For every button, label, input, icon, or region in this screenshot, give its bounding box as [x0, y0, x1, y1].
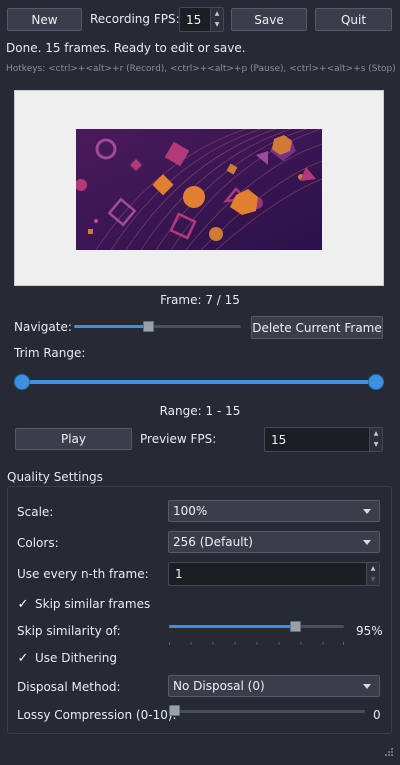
nth-frame-label: Use every n-th frame: — [17, 567, 149, 581]
lossy-compression-label: Lossy Compression (0-10): — [17, 708, 177, 722]
hotkeys-hint: Hotkeys: <ctrl>+<alt>+r (Record), <ctrl>… — [6, 64, 396, 74]
preview-fps-input[interactable]: 15 ▲ ▼ — [264, 427, 383, 452]
spin-up-icon[interactable]: ▲ — [211, 8, 223, 20]
quality-settings-title: Quality Settings — [7, 470, 103, 484]
spin-up-icon[interactable]: ▲ — [367, 563, 379, 574]
chevron-down-icon — [363, 509, 371, 514]
play-button[interactable]: Play — [15, 428, 132, 450]
preview-fps-value: 15 — [271, 432, 287, 447]
nth-frame-stepper[interactable]: ▲ ▼ — [366, 563, 379, 585]
recording-fps-value: 15 — [186, 12, 202, 27]
trim-range-track[interactable] — [21, 380, 376, 384]
skip-similarity-handle[interactable] — [290, 621, 301, 632]
preview-fps-label: Preview FPS: — [140, 432, 217, 446]
navigate-slider-handle[interactable] — [143, 321, 154, 332]
chevron-down-icon — [363, 540, 371, 545]
use-dithering-label[interactable]: Use Dithering — [35, 651, 117, 665]
scale-value: 100% — [173, 504, 208, 518]
disposal-method-value: No Disposal (0) — [173, 679, 265, 693]
new-button[interactable]: New — [7, 8, 82, 31]
quit-button[interactable]: Quit — [315, 8, 392, 31]
checkmark-icon: ✓ — [17, 596, 29, 612]
nth-frame-input[interactable]: 1 ▲ ▼ — [168, 562, 380, 586]
spin-down-icon[interactable]: ▼ — [367, 574, 379, 585]
resize-grip-icon[interactable] — [382, 747, 394, 759]
trim-end-handle[interactable] — [368, 374, 384, 390]
status-message: Done. 15 frames. Ready to edit or save. — [6, 41, 246, 55]
colors-select[interactable]: 256 (Default) — [168, 531, 380, 553]
colors-value: 256 (Default) — [173, 535, 253, 549]
chevron-down-icon — [363, 684, 371, 689]
navigate-slider-fill — [74, 325, 149, 328]
recording-fps-label: Recording FPS: — [90, 12, 180, 26]
spin-up-icon[interactable]: ▲ — [370, 428, 382, 440]
trim-range-label: Trim Range: — [14, 346, 86, 360]
scale-label: Scale: — [17, 505, 54, 519]
disposal-method-label: Disposal Method: — [17, 680, 121, 694]
colors-label: Colors: — [17, 536, 59, 550]
spin-down-icon[interactable]: ▼ — [370, 440, 382, 452]
checkmark-icon: ✓ — [17, 650, 29, 666]
save-button[interactable]: Save — [231, 8, 307, 31]
skip-similar-label[interactable]: Skip similar frames — [35, 597, 150, 611]
lossy-compression-value: 0 — [373, 708, 381, 722]
preview-fps-stepper[interactable]: ▲ ▼ — [369, 428, 382, 451]
trim-start-handle[interactable] — [14, 374, 30, 390]
recording-fps-stepper[interactable]: ▲ ▼ — [210, 8, 223, 31]
skip-similar-checkbox[interactable]: ✓ — [17, 596, 29, 612]
skip-similarity-value: 95% — [356, 624, 383, 638]
skip-similarity-fill — [169, 625, 296, 628]
frame-counter: Frame: 7 / 15 — [160, 293, 240, 307]
skip-similarity-ticks — [169, 634, 344, 645]
skip-similarity-label: Skip similarity of: — [17, 624, 121, 638]
use-dithering-checkbox[interactable]: ✓ — [17, 650, 29, 666]
frame-image — [76, 129, 322, 250]
delete-current-frame-button[interactable]: Delete Current Frame — [251, 316, 383, 339]
lossy-compression-track[interactable] — [169, 710, 365, 713]
nth-frame-value: 1 — [175, 567, 183, 581]
lossy-compression-handle[interactable] — [169, 705, 180, 716]
preview-canvas — [14, 90, 384, 286]
recording-fps-input[interactable]: 15 ▲ ▼ — [179, 7, 224, 32]
scale-select[interactable]: 100% — [168, 500, 380, 522]
navigate-label: Navigate: — [14, 320, 72, 334]
tick-marks — [169, 642, 344, 645]
range-text: Range: 1 - 15 — [159, 404, 241, 418]
disposal-method-select[interactable]: No Disposal (0) — [168, 675, 380, 697]
spin-down-icon[interactable]: ▼ — [211, 20, 223, 32]
